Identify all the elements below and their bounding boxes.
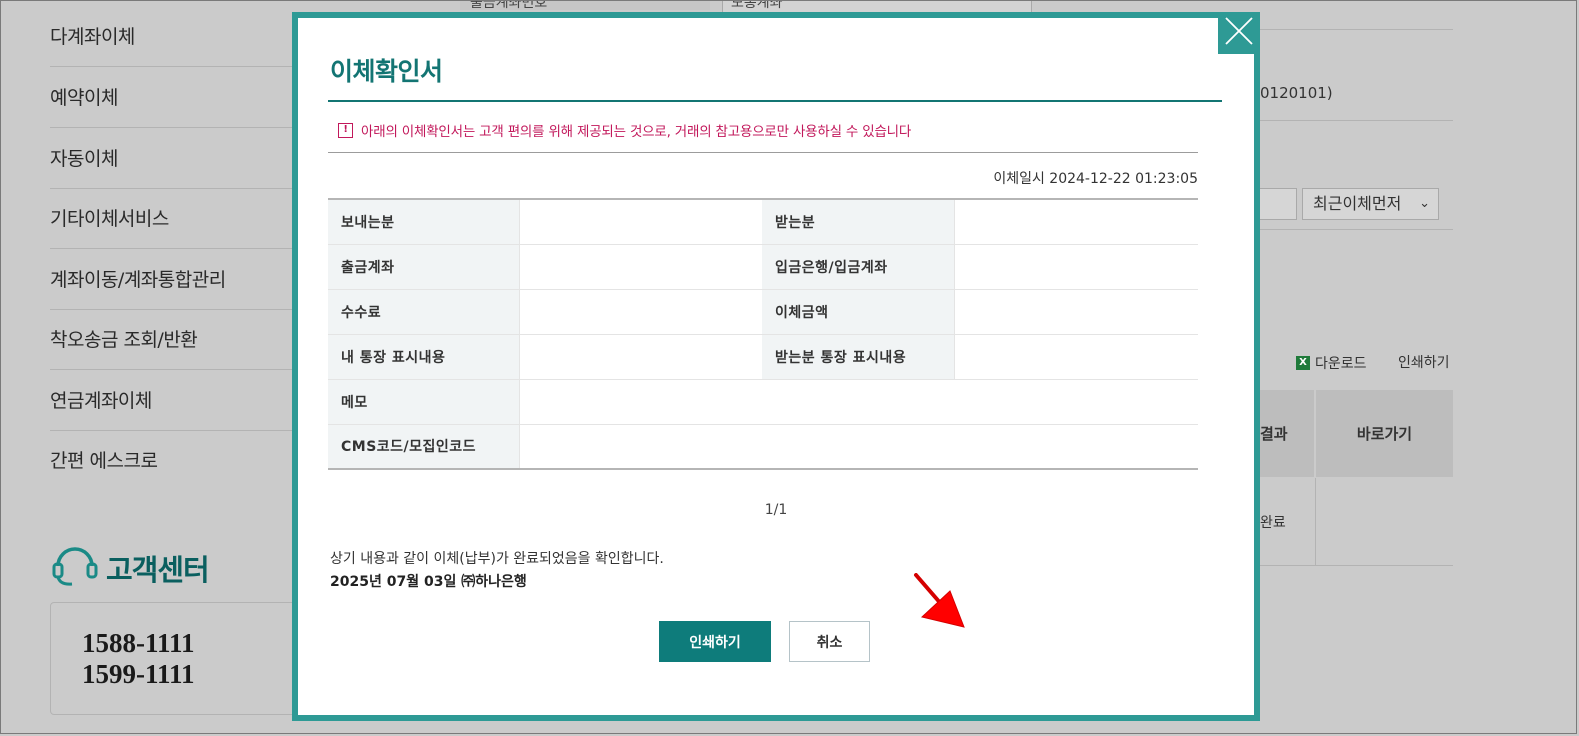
to-bank-account-label: 입금은행/입금계좌 <box>762 244 955 290</box>
customer-center-title: 고객센터 <box>50 540 210 595</box>
red-arrow-icon <box>910 573 970 635</box>
to-bank-account-value <box>954 244 1198 290</box>
phone-number-2: 1599-1111 <box>82 659 195 689</box>
my-memo-label: 내 통장 표시내용 <box>328 334 520 380</box>
bg-code-text: 0120101) <box>1260 84 1333 102</box>
sender-value <box>519 199 762 245</box>
sender-label: 보내는분 <box>328 199 520 245</box>
print-button[interactable]: 인쇄하기 <box>659 621 771 662</box>
transfer-confirmation-modal: 이체확인서 ! 아래의 이체확인서는 고객 편의를 위해 제공되는 것으로, 거… <box>292 12 1260 721</box>
confirmation-statement: 상기 내용과 같이 이체(납부)가 완료되었음을 확인합니다. <box>330 551 664 567</box>
table-row: CMS코드/모집인코드 <box>328 424 1198 469</box>
chevron-down-icon: ⌄ <box>1419 196 1430 211</box>
close-icon <box>1224 16 1254 50</box>
transfer-datetime: 이체일시 2024-12-22 01:23:05 <box>993 171 1198 187</box>
memo-value <box>519 379 1198 425</box>
table-row: 내 통장 표시내용 받는분 통장 표시내용 <box>328 334 1198 380</box>
notice-message: ! 아래의 이체확인서는 고객 편의를 위해 제공되는 것으로, 거래의 참고용… <box>338 120 911 140</box>
divider <box>1258 120 1453 121</box>
memo-label: 메모 <box>328 379 520 425</box>
col-result-header: 결과 <box>1258 390 1314 477</box>
title-divider <box>328 100 1222 102</box>
my-memo-value <box>519 334 762 380</box>
fee-value <box>519 289 762 335</box>
table-row: 출금계좌 입금은행/입금계좌 <box>328 244 1198 290</box>
receiver-memo-value <box>954 334 1198 380</box>
download-button[interactable]: X 다운로드 <box>1296 353 1367 373</box>
page-indicator: 1/1 <box>764 502 788 518</box>
amount-value <box>954 289 1198 335</box>
cms-value <box>519 424 1198 469</box>
receipt-table: 보내는분 받는분 출금계좌 입금은행/입금계좌 수수료 이체금액 내 통장 표시… <box>328 198 1198 470</box>
receiver-label: 받는분 <box>762 199 955 245</box>
divider <box>1315 478 1316 566</box>
receiver-memo-label: 받는분 통장 표시내용 <box>762 334 955 380</box>
headset-icon <box>50 540 100 595</box>
excel-icon: X <box>1296 356 1310 370</box>
table-row: 보내는분 받는분 <box>328 199 1198 245</box>
cms-label: CMS코드/모집인코드 <box>328 424 520 469</box>
table-row: 수수료 이체금액 <box>328 289 1198 335</box>
bg-print-link[interactable]: 인쇄하기 <box>1398 352 1450 372</box>
from-account-label: 출금계좌 <box>328 244 520 290</box>
receiver-value <box>954 199 1198 245</box>
from-account-value <box>519 244 762 290</box>
close-button[interactable] <box>1218 12 1260 54</box>
divider <box>1258 565 1453 566</box>
bg-search-input[interactable] <box>1258 188 1297 220</box>
phone-number-1: 1588-1111 <box>82 628 195 658</box>
col-goto-header: 바로가기 <box>1315 390 1453 477</box>
fee-label: 수수료 <box>328 289 520 335</box>
bg-top-label: 출금계좌번호 <box>470 0 548 11</box>
divider <box>1258 29 1453 30</box>
divider <box>1258 229 1453 230</box>
row-status: 완료 <box>1260 515 1286 531</box>
sort-select[interactable]: 최근이체먼저 ⌄ <box>1302 188 1439 220</box>
cancel-button[interactable]: 취소 <box>789 621 870 662</box>
notice-divider <box>328 152 1198 153</box>
modal-title: 이체확인서 <box>330 57 443 86</box>
confirmation-date-bank: 2025년 07월 03일 ㈜하나은행 <box>330 574 527 590</box>
amount-label: 이체금액 <box>762 289 955 335</box>
table-row: 메모 <box>328 379 1198 425</box>
exclamation-icon: ! <box>338 122 353 138</box>
